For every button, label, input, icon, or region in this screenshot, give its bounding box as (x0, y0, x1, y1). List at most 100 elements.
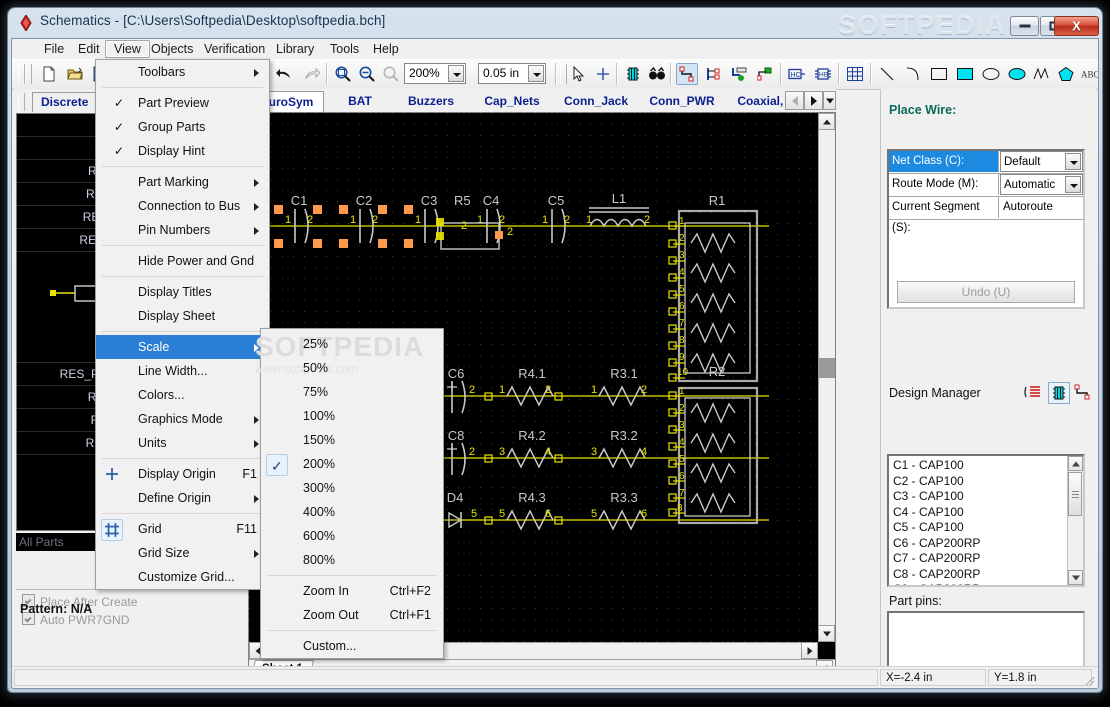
filled-rectangle-tool-button[interactable] (954, 63, 976, 85)
menu-item-line-width[interactable]: Line Width... (96, 359, 269, 383)
scale-item-400[interactable]: 400% (261, 500, 443, 524)
menu-item-group-parts[interactable]: ✓ Group Parts (96, 115, 269, 139)
crosshair-tool-button[interactable] (592, 63, 614, 85)
scale-item-zoom-in[interactable]: Zoom In Ctrl+F2 (261, 579, 443, 603)
place-part-button[interactable] (622, 63, 644, 85)
menu-file[interactable]: File (36, 40, 72, 58)
grid-toggle-button[interactable] (844, 63, 866, 85)
scale-item-150[interactable]: 150% (261, 428, 443, 452)
scale-item-800[interactable]: 800% (261, 548, 443, 572)
menu-item-pin-numbers[interactable]: Pin Numbers (96, 218, 269, 242)
list-item[interactable]: C5 - CAP100 (889, 520, 1067, 536)
scroll-up-button[interactable] (818, 113, 835, 130)
zoom-level-combo[interactable]: 200% (404, 63, 466, 84)
parts-view-button[interactable] (1048, 382, 1070, 404)
scale-item-200[interactable]: 200% (261, 452, 443, 478)
scroll-right-button[interactable] (801, 642, 818, 659)
menu-item-hide-power-and-gnd[interactable]: Hide Power and Gnd (96, 249, 269, 273)
menu-item-colors[interactable]: Colors... (96, 383, 269, 407)
polygon-tool-button[interactable] (1055, 63, 1077, 85)
select-tool-button[interactable] (568, 63, 590, 85)
tab-scroll-left-button[interactable] (785, 91, 804, 110)
line-tool-button[interactable] (876, 63, 898, 85)
tab-dropdown-button[interactable] (823, 91, 836, 110)
view-menu-popup[interactable]: Toolbars ✓ Part Preview ✓ Group Parts ✓ Dis… (95, 59, 270, 590)
scale-item-300[interactable]: 300% (261, 476, 443, 500)
hierarchy-connector-button[interactable]: HC (786, 63, 808, 85)
close-button[interactable]: X (1054, 16, 1099, 36)
design-manager-list[interactable]: C1 - CAP100 C2 - CAP100 C3 - CAP100 C4 -… (887, 454, 1085, 587)
menu-item-graphics-mode[interactable]: Graphics Mode (96, 407, 269, 431)
wires-view-button[interactable] (1074, 384, 1092, 402)
chevron-down-icon[interactable] (1065, 153, 1081, 170)
menu-item-display-titles[interactable]: Display Titles (96, 280, 269, 304)
list-item[interactable]: C7 - CAP200RP (889, 551, 1067, 567)
net-class-combo[interactable]: Default (1000, 151, 1083, 172)
toolbar-grip-1b[interactable] (25, 64, 32, 84)
ellipse-tool-button[interactable] (980, 63, 1002, 85)
list-item[interactable]: C4 - CAP100 (889, 505, 1067, 521)
toolbar-grip-2[interactable] (560, 64, 567, 84)
open-folder-button[interactable] (64, 63, 86, 85)
scale-item-100[interactable]: 100% (261, 404, 443, 428)
new-document-button[interactable] (38, 63, 60, 85)
place-net-port-button[interactable] (728, 63, 750, 85)
tab-conn-jack[interactable]: Conn_Jack (554, 91, 638, 111)
hierarchy-block-button[interactable]: HB (812, 63, 834, 85)
scale-item-75[interactable]: 75% (261, 380, 443, 404)
menu-verification[interactable]: Verification (196, 40, 273, 58)
zoom-window-button[interactable] (380, 63, 402, 85)
canvas-vertical-scrollbar[interactable] (818, 113, 835, 642)
scale-item-custom[interactable]: Custom... (261, 634, 443, 658)
polyline-tool-button[interactable] (1030, 63, 1052, 85)
menu-tools[interactable]: Tools (322, 40, 367, 58)
menu-item-units[interactable]: Units (96, 431, 269, 455)
left-panel-grip[interactable] (18, 93, 25, 111)
menu-item-connection-to-bus[interactable]: Connection to Bus (96, 194, 269, 218)
menu-item-toolbars[interactable]: Toolbars (96, 60, 269, 84)
menu-item-display-origin[interactable]: Display Origin F1 (96, 462, 269, 486)
list-item[interactable]: C1 - CAP100 (889, 458, 1067, 474)
minimize-button[interactable] (1010, 16, 1039, 36)
redo-button[interactable] (300, 63, 322, 85)
menu-library[interactable]: Library (268, 40, 322, 58)
menu-edit[interactable]: Edit (70, 40, 108, 58)
menu-item-customize-grid[interactable]: Customize Grid... (96, 565, 269, 589)
scroll-down-button[interactable] (818, 625, 835, 642)
menu-item-display-sheet[interactable]: Display Sheet (96, 304, 269, 328)
route-mode-combo[interactable]: Automatic (1000, 174, 1083, 195)
chevron-down-icon[interactable] (528, 65, 544, 82)
menu-item-part-preview[interactable]: ✓ Part Preview (96, 91, 269, 115)
tab-bat[interactable]: BAT (334, 91, 386, 111)
list-item[interactable]: C6 - CAP200RP (889, 536, 1067, 552)
net-class-row[interactable]: Net Class (C): Default (889, 151, 1083, 174)
design-manager-scrollbar[interactable] (1067, 456, 1083, 585)
title-bar[interactable]: Schematics - [C:\Users\Softpedia\Desktop… (8, 8, 1102, 40)
menu-help[interactable]: Help (365, 40, 407, 58)
list-item[interactable]: C3 - CAP100 (889, 489, 1067, 505)
list-item[interactable]: C9 - CAP200RP (889, 582, 1067, 585)
zoom-in-button[interactable] (332, 63, 354, 85)
scroll-down-button[interactable] (1068, 570, 1083, 585)
menu-item-define-origin[interactable]: Define Origin (96, 486, 269, 510)
grid-size-combo[interactable]: 0.05 in (478, 63, 546, 84)
filled-ellipse-tool-button[interactable] (1006, 63, 1028, 85)
scale-item-zoom-out[interactable]: Zoom Out Ctrl+F1 (261, 603, 443, 627)
text-tool-button[interactable]: ABC (1080, 63, 1098, 85)
tab-scroll-right-button[interactable] (804, 91, 823, 110)
list-item[interactable]: C8 - CAP200RP (889, 567, 1067, 583)
tab-cap-nets[interactable]: Cap_Nets (474, 91, 550, 111)
undo-wire-button[interactable]: Undo (U) (897, 281, 1075, 303)
zoom-out-button[interactable] (356, 63, 378, 85)
net-list-view-button[interactable] (1024, 384, 1042, 402)
scroll-up-button[interactable] (1068, 456, 1083, 471)
resize-grip-icon[interactable] (1082, 673, 1095, 686)
rectangle-tool-button[interactable] (928, 63, 950, 85)
tab-conn-pwr[interactable]: Conn_PWR (640, 91, 724, 111)
chevron-down-icon[interactable] (1065, 176, 1081, 193)
menu-item-grid[interactable]: Grid F11 (96, 517, 269, 541)
menu-item-display-hint[interactable]: ✓ Display Hint (96, 139, 269, 163)
scale-submenu-popup[interactable]: SOFTPEDIA www.softpedia.com 25% 50% 75% … (255, 328, 444, 659)
place-bus-button[interactable] (702, 63, 724, 85)
scroll-thumb[interactable] (1068, 472, 1082, 516)
